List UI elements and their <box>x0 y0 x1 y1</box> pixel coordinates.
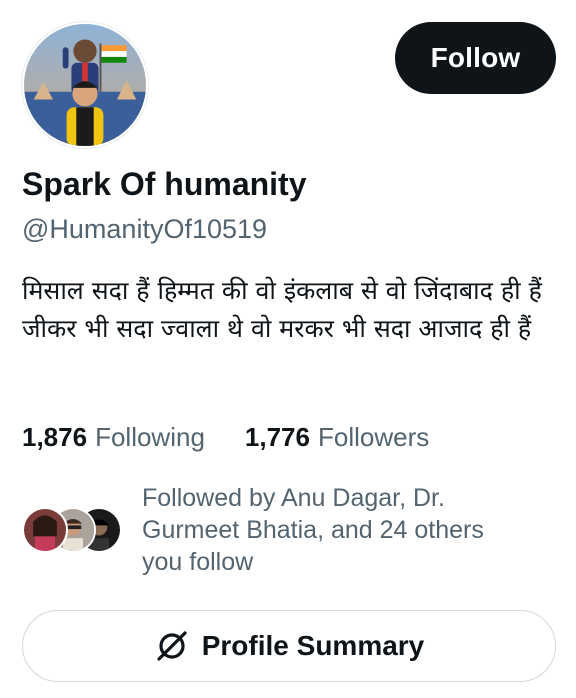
profile-summary-button[interactable]: Profile Summary <box>22 610 556 682</box>
following-link[interactable]: 1,876 Following <box>22 422 205 453</box>
username-handle: @HumanityOf10519 <box>22 214 268 244</box>
followers-count: 1,776 <box>244 422 310 452</box>
display-name: Spark Of humanity <box>22 166 307 202</box>
mutual-avatars <box>22 507 122 553</box>
profile-bio: मिसाल सदा हैं हिम्मत की वो इंकलाब से वो … <box>22 276 542 343</box>
followed-by-text: Followed by Anu Dagar, Dr. Gurmeet Bhati… <box>142 484 484 576</box>
grok-slash-icon <box>157 631 187 661</box>
follow-button[interactable]: Follow <box>395 22 556 94</box>
followers-link[interactable]: 1,776 Followers <box>245 422 429 453</box>
following-label: Following <box>95 422 205 452</box>
mutual-avatar <box>22 507 68 553</box>
profile-avatar[interactable] <box>22 22 148 148</box>
following-count: 1,876 <box>22 422 88 452</box>
profile-summary-label: Profile Summary <box>201 630 425 661</box>
followers-label: Followers <box>317 422 430 452</box>
follow-stats: 1,876 Following 1,776 Followers <box>22 422 429 453</box>
profile-card: Follow Spark Of humanity @HumanityOf1051… <box>0 0 576 698</box>
followed-by-section[interactable]: Followed by Anu Dagar, Dr. Gurmeet Bhati… <box>22 482 522 578</box>
profile-photo-icon <box>24 24 146 146</box>
